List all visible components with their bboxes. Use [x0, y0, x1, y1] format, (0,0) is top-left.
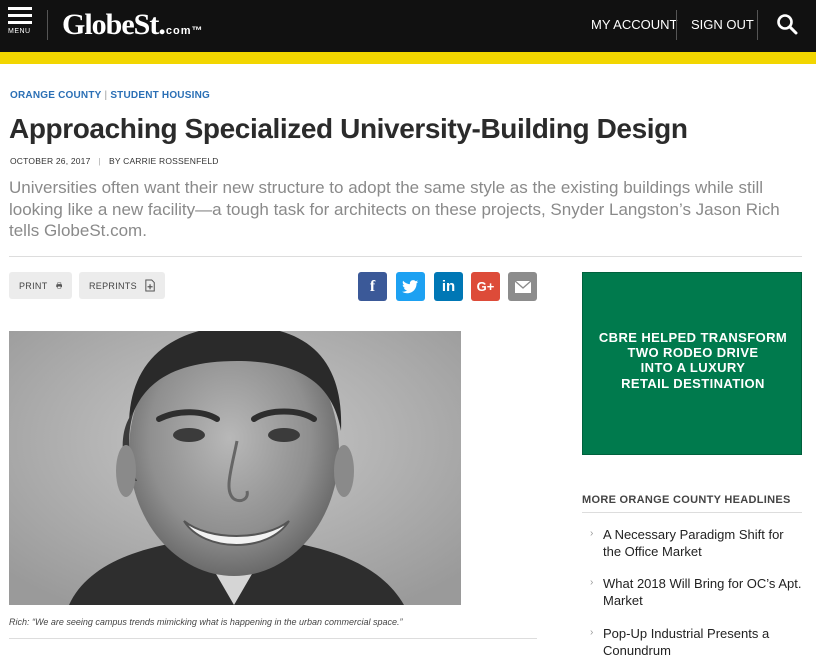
headline-link[interactable]: A Necessary Paradigm Shift for the Offic…: [603, 526, 803, 560]
headline-link[interactable]: What 2018 Will Bring for OC’s Apt. Marke…: [603, 575, 803, 609]
reprints-label: REPRINTS: [89, 280, 137, 291]
hamburger-icon: [8, 14, 32, 17]
ad-text-line: TWO RODEO DRIVE: [627, 345, 759, 360]
google-plus-icon: G+: [476, 279, 495, 294]
my-account-link[interactable]: MY ACCOUNT: [591, 17, 677, 33]
menu-label: MENU: [8, 28, 31, 35]
logo-text: GlobeSt.: [62, 8, 166, 41]
portrait-image: [9, 331, 461, 605]
ad-text-line: CBRE HELPED TRANSFORM: [598, 330, 788, 345]
linkedin-icon: in: [441, 278, 456, 295]
divider: [582, 512, 802, 513]
chevron-right-icon: ›: [590, 528, 594, 539]
divider: [757, 10, 758, 40]
article-summary: Universities often want their new struct…: [9, 178, 780, 240]
hamburger-icon: [8, 21, 32, 24]
search-icon[interactable]: [776, 13, 798, 35]
print-button[interactable]: PRINT: [9, 272, 72, 299]
advertisement-banner[interactable]: CBRE HELPED TRANSFORM TWO RODEO DRIVE IN…: [582, 272, 802, 455]
divider: |: [98, 156, 101, 166]
sidebar-headlines-title: MORE ORANGE COUNTY HEADLINES: [582, 494, 791, 506]
category-orange-county[interactable]: ORANGE COUNTY: [10, 90, 102, 101]
twitter-share-button[interactable]: [396, 272, 425, 301]
photo-caption: Rich: “We are seeing campus trends mimic…: [9, 617, 403, 627]
printer-icon: [55, 282, 62, 289]
ad-text-line: RETAIL DESTINATION: [621, 376, 765, 391]
publish-date: OCTOBER 26, 2017: [10, 156, 91, 166]
hamburger-icon: [8, 7, 32, 10]
twitter-icon: [402, 279, 419, 293]
divider: [47, 10, 48, 40]
byline[interactable]: BY CARRIE ROSSENFELD: [109, 156, 219, 166]
headline-link[interactable]: Pop-Up Industrial Presents a Conundrum: [603, 625, 803, 659]
sign-out-link[interactable]: SIGN OUT: [691, 17, 754, 33]
category-links: ORANGE COUNTY | STUDENT HOUSING: [10, 90, 210, 101]
document-add-icon: [145, 279, 155, 292]
divider: [9, 638, 537, 639]
google-plus-share-button[interactable]: G+: [471, 272, 500, 301]
accent-stripe: [0, 52, 816, 64]
ad-text-line: INTO A LUXURY: [640, 360, 746, 375]
menu-button[interactable]: MENU: [8, 7, 34, 45]
article-photo: [9, 331, 461, 605]
article-meta: OCTOBER 26, 2017 | BY CARRIE ROSSENFELD: [10, 156, 219, 166]
top-navigation-bar: MENU GlobeSt.com™ MY ACCOUNT SIGN OUT: [0, 0, 816, 52]
linkedin-share-button[interactable]: in: [434, 272, 463, 301]
facebook-share-button[interactable]: f: [358, 272, 387, 301]
divider: |: [104, 90, 108, 101]
envelope-icon: [514, 280, 531, 293]
chevron-right-icon: ›: [590, 577, 594, 588]
logo-suffix: com™: [165, 25, 204, 37]
reprints-button[interactable]: REPRINTS: [79, 272, 165, 299]
category-student-housing[interactable]: STUDENT HOUSING: [110, 90, 210, 101]
email-share-button[interactable]: [508, 272, 537, 301]
article-title: Approaching Specialized University-Build…: [9, 113, 688, 144]
facebook-icon: f: [369, 277, 376, 295]
site-logo[interactable]: GlobeSt.com™: [62, 8, 203, 48]
divider: [9, 256, 802, 257]
divider: [676, 10, 677, 40]
print-label: PRINT: [19, 280, 48, 291]
chevron-right-icon: ›: [590, 627, 594, 638]
